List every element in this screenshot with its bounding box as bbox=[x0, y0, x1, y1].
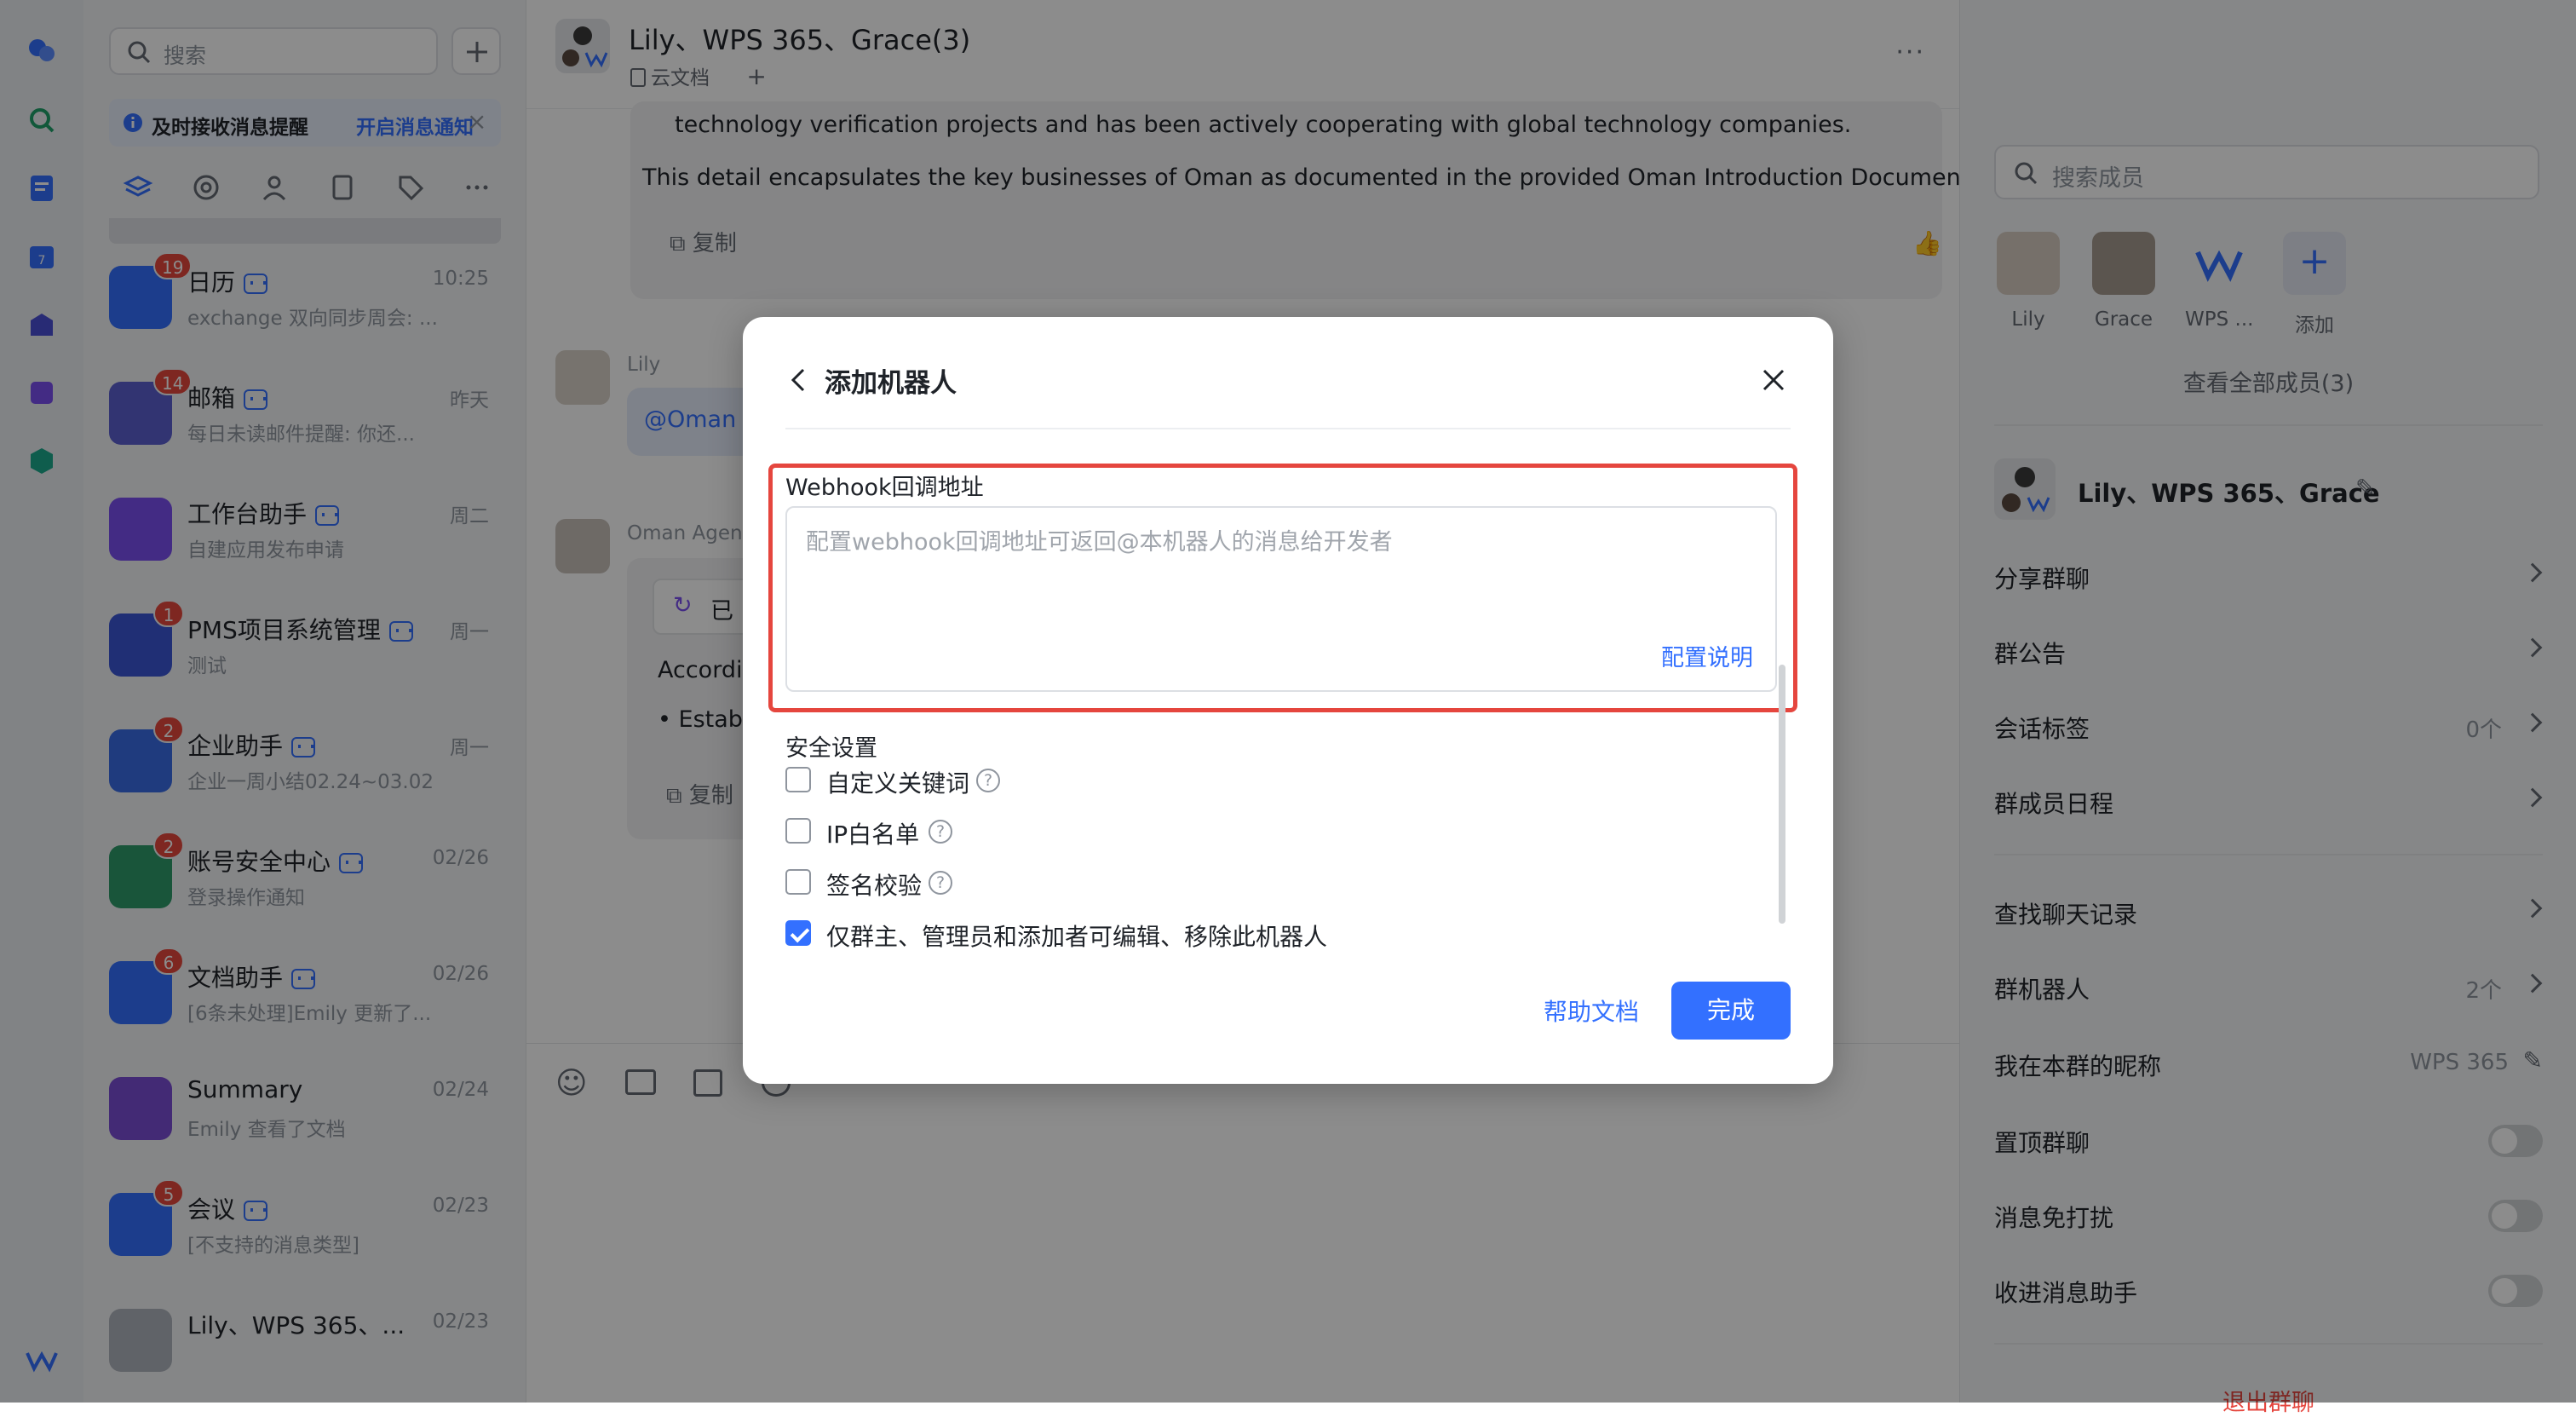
checkbox-checked[interactable] bbox=[785, 920, 811, 946]
help-docs-link[interactable]: 帮助文档 bbox=[1544, 994, 1639, 1028]
help-icon[interactable]: ? bbox=[976, 769, 1000, 792]
checkbox[interactable] bbox=[785, 767, 811, 792]
dialog-title: 添加机器人 bbox=[825, 368, 957, 399]
config-guide-link[interactable]: 配置说明 bbox=[1661, 639, 1753, 672]
add-bot-dialog: 添加机器人 Webhook回调地址 配置webhook回调地址可返回@本机器人的… bbox=[743, 317, 1833, 1084]
option-label: 签名校验 bbox=[826, 872, 923, 900]
done-button[interactable]: 完成 bbox=[1671, 982, 1791, 1040]
checkbox[interactable] bbox=[785, 869, 811, 895]
option-label: IP白名单 bbox=[826, 821, 920, 849]
option-label: 自定义关键词 bbox=[826, 769, 970, 798]
back-arrow-icon[interactable] bbox=[782, 363, 816, 397]
scrollbar[interactable] bbox=[1779, 665, 1785, 924]
webhook-label: Webhook回调地址 bbox=[785, 475, 984, 501]
close-icon[interactable] bbox=[1757, 363, 1791, 397]
webhook-placeholder: 配置webhook回调地址可返回@本机器人的消息给开发者 bbox=[806, 529, 1393, 556]
divider bbox=[785, 428, 1791, 429]
help-icon[interactable]: ? bbox=[929, 820, 952, 844]
security-settings-title: 安全设置 bbox=[785, 735, 877, 762]
webhook-url-input[interactable]: 配置webhook回调地址可返回@本机器人的消息给开发者 配置说明 bbox=[785, 506, 1777, 692]
option-label: 仅群主、管理员和添加者可编辑、移除此机器人 bbox=[826, 923, 1328, 951]
help-icon[interactable]: ? bbox=[929, 871, 952, 895]
checkbox[interactable] bbox=[785, 818, 811, 844]
